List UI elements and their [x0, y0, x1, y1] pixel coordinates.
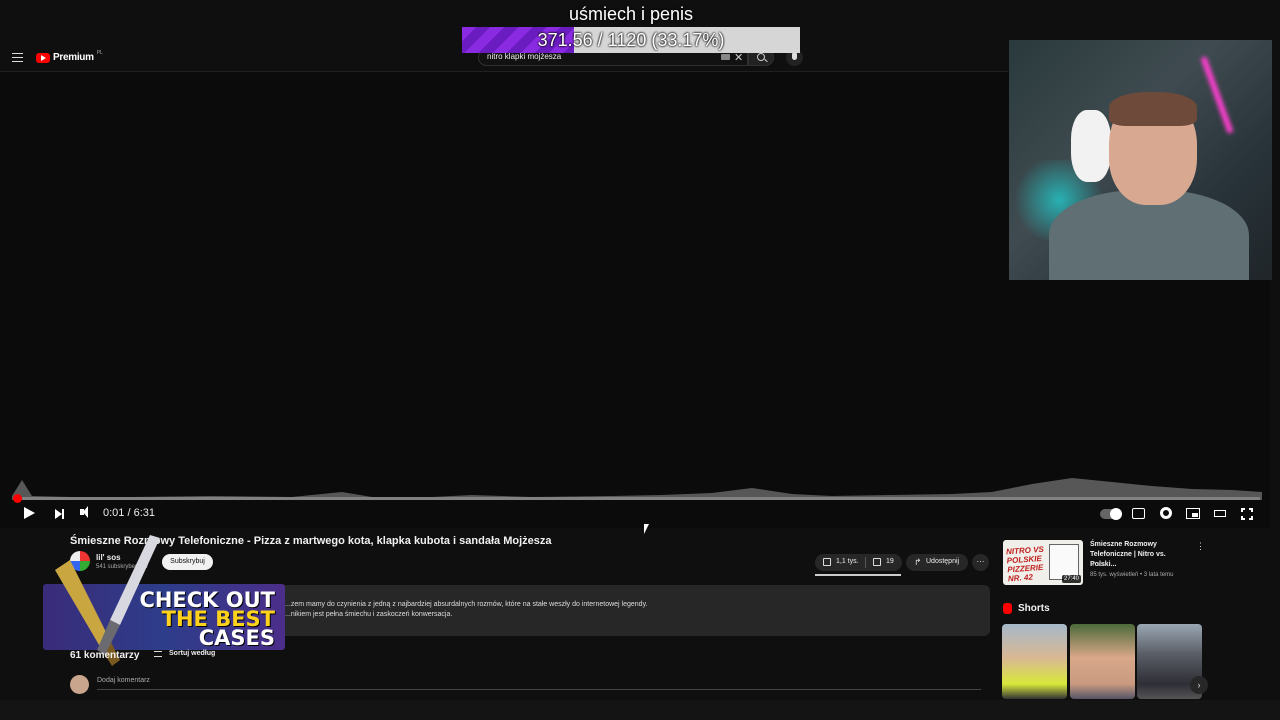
share-label: Udostępnij [926, 558, 960, 565]
recommended-channel[interactable]: lil' sos [1090, 562, 1106, 568]
streamer-webcam [1009, 40, 1280, 280]
like-dislike-group: 1,1 tys. 19 [815, 554, 902, 571]
theater-mode-icon[interactable] [1214, 510, 1226, 517]
youtube-play-logo-icon [36, 52, 50, 63]
cases-promo-banner: CHECK OUT THE BEST CASES [43, 584, 285, 650]
shorts-next-button[interactable]: › [1190, 676, 1208, 694]
stream-screen: Premium PL nitro klapki mojżesza ✕ 0:01 … [0, 0, 1280, 720]
description-line: ...nikiem jest pełna śmiechu i zaskoczeń… [285, 611, 453, 618]
volume-icon[interactable] [80, 506, 88, 518]
player-controls: 0:01 / 6:31 [0, 503, 1270, 525]
recommended-video-thumbnail[interactable]: NITRO VS POLSKIE PIZZERIE NR. 42 27:40 [1003, 540, 1083, 585]
next-video-icon[interactable] [55, 509, 64, 519]
goal-progress-bar: 371.56 / 1120 (33.17%) [462, 27, 800, 53]
goal-title: uśmiech i penis [568, 4, 694, 24]
fullscreen-icon[interactable] [1240, 507, 1254, 521]
search-query: nitro klapki mojżesza [487, 52, 562, 61]
comments-count: 61 komentarzy [70, 650, 140, 661]
recommended-meta: 85 tys. wyświetleń • 3 lata temu [1090, 572, 1174, 578]
subscribe-button[interactable]: Subskrybuj [162, 554, 213, 570]
short-thumbnail[interactable] [1002, 624, 1067, 699]
promo-line-3: CASES [198, 626, 275, 650]
thumbs-up-icon[interactable] [823, 558, 831, 566]
like-count[interactable]: 1,1 tys. [836, 558, 859, 565]
autoplay-toggle[interactable] [1100, 508, 1122, 520]
thumbnail-text: NITRO VS POLSKIE PIZZERIE NR. 42 [1005, 544, 1045, 584]
settings-gear-icon[interactable] [1160, 507, 1172, 519]
subscriber-count: 541 subskrybentów [96, 564, 148, 570]
share-button[interactable]: ↱ Udostępnij [906, 554, 968, 571]
short-thumbnail[interactable] [1070, 624, 1135, 699]
play-icon[interactable] [24, 507, 35, 519]
sort-icon[interactable] [154, 651, 162, 657]
microphone-icon [792, 52, 797, 60]
search-icon [757, 53, 765, 61]
like-divider [865, 557, 866, 568]
dislike-count[interactable]: 19 [886, 558, 894, 565]
youtube-premium-logo[interactable]: Premium PL [36, 49, 103, 63]
shorts-icon [1003, 603, 1012, 614]
audio-waveform [12, 478, 1262, 500]
share-icon: ↱ [914, 557, 922, 567]
like-ratio-bar [815, 574, 901, 576]
channel-name[interactable]: lil' sos [96, 553, 121, 562]
scrubber-handle[interactable] [13, 494, 22, 503]
time-display: 0:01 / 6:31 [103, 507, 155, 519]
add-comment-input[interactable]: Dodaj komentarz [97, 676, 981, 690]
mouse-cursor-icon [644, 524, 649, 534]
hamburger-menu-icon[interactable] [12, 53, 23, 62]
progress-bar[interactable] [18, 497, 1260, 500]
description-line: ...zem mamy do czynienia z jedną z najba… [285, 601, 648, 608]
shorts-heading: Shorts [1018, 603, 1050, 614]
more-actions-button[interactable]: ⋯ [972, 554, 989, 571]
user-avatar [70, 675, 89, 694]
subtitles-icon[interactable] [1132, 508, 1145, 519]
page-scrollbar[interactable] [1272, 40, 1280, 700]
bottom-strip [0, 700, 1280, 720]
channel-avatar[interactable] [70, 551, 90, 571]
logo-region: PL [96, 49, 103, 56]
miniplayer-icon[interactable] [1186, 508, 1200, 519]
thumbs-down-icon[interactable] [873, 558, 881, 566]
keyboard-icon[interactable] [721, 54, 730, 60]
video-duration: 27:40 [1061, 575, 1081, 583]
more-vert-icon[interactable]: ⋮ [1196, 541, 1205, 552]
video-title: Śmieszne Rozmowy Telefoniczne - Pizza z … [70, 535, 552, 547]
goal-progress-text: 371.56 / 1120 (33.17%) [537, 30, 725, 50]
logo-text: Premium [53, 52, 94, 63]
sort-button[interactable]: Sortuj według [169, 650, 215, 657]
